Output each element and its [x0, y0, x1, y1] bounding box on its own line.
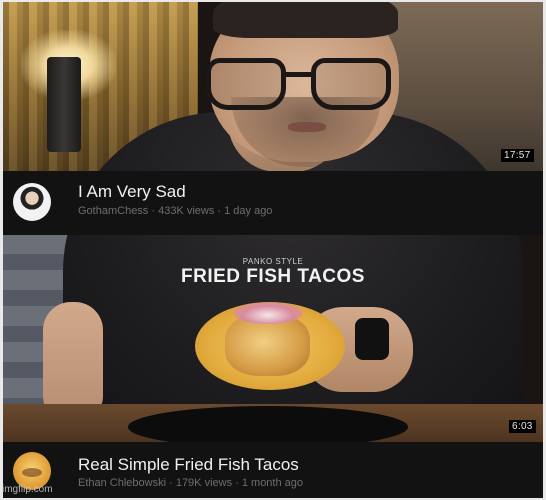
thumbnail-title: FRIED FISH TACOS	[181, 266, 365, 287]
person-mouth	[288, 122, 326, 132]
person-left-arm	[43, 302, 103, 417]
person-hair	[213, 2, 398, 38]
video-duration-badge: 17:57	[501, 149, 534, 162]
imgflip-watermark: imgflip.com	[2, 484, 53, 495]
video-meta: Ethan Chlebowski · 179K views · 1 month …	[78, 477, 304, 489]
video-duration-badge: 6:03	[509, 420, 536, 433]
video-meta: GothamChess · 433K views · 1 day ago	[78, 205, 273, 217]
channel-avatar[interactable]	[13, 183, 51, 221]
lamp	[47, 57, 81, 152]
video-info-row[interactable]: Real Simple Fried Fish Tacos Ethan Chleb…	[3, 442, 543, 498]
wristwatch	[355, 318, 389, 360]
glasses-bridge	[284, 72, 312, 77]
glasses-left-lens	[206, 58, 286, 110]
video-info-row[interactable]: I Am Very Sad GothamChess · 433K views ·…	[3, 171, 543, 235]
thumbnail-subtitle: PANKO STYLE	[242, 257, 304, 266]
slaw-topping	[233, 302, 303, 324]
video-title[interactable]: Real Simple Fried Fish Tacos	[78, 455, 299, 475]
glasses-right-lens	[311, 58, 391, 110]
meme-frame: 17:57 I Am Very Sad GothamChess · 433K v…	[3, 2, 543, 498]
video-title[interactable]: I Am Very Sad	[78, 182, 186, 202]
